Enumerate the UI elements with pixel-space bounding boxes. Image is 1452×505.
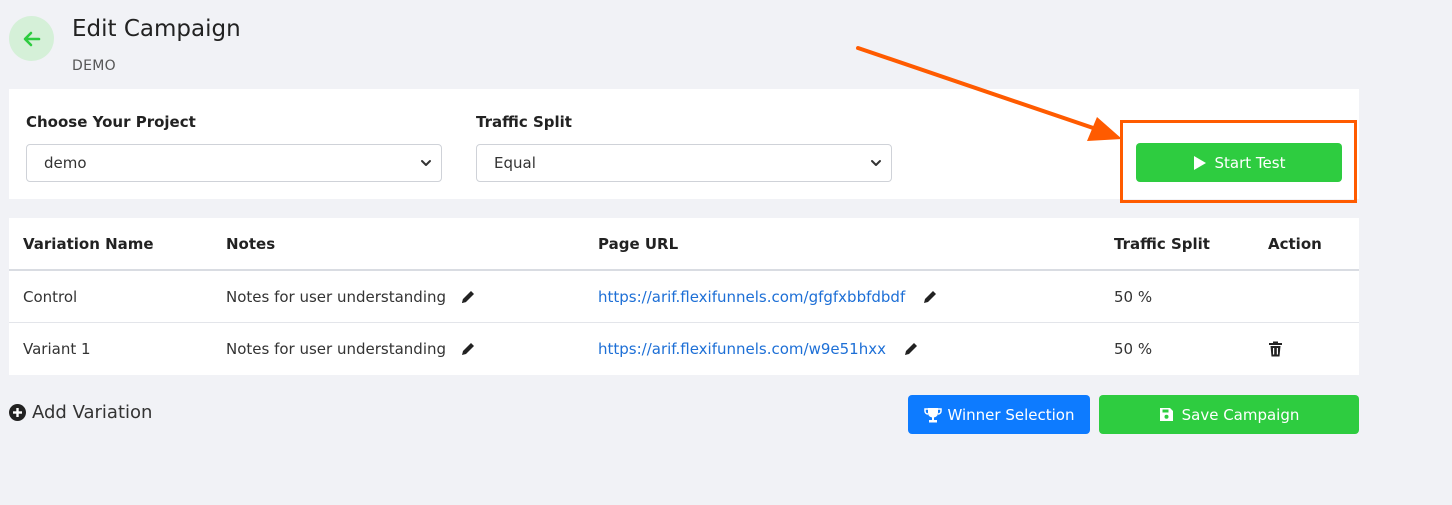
pencil-icon[interactable] — [903, 341, 919, 357]
chevron-down-icon — [421, 160, 431, 166]
variation-url: https://arif.flexifunnels.com/w9e51hxx — [598, 323, 919, 375]
traffic-split-value: 50 % — [1114, 340, 1153, 358]
winner-selection-label: Winner Selection — [947, 405, 1075, 424]
plus-circle-icon — [9, 404, 26, 421]
chevron-down-icon — [871, 160, 881, 166]
variation-notes: Notes for user understanding — [226, 271, 476, 322]
pencil-icon[interactable] — [460, 289, 476, 305]
back-button[interactable] — [9, 16, 54, 61]
traffic-split-select-value: Equal — [494, 154, 536, 172]
traffic-split-label: Traffic Split — [476, 113, 572, 131]
table-row: Control Notes for user understanding htt… — [9, 271, 1359, 323]
project-label: Choose Your Project — [26, 113, 196, 131]
notes-text: Notes for user understanding — [226, 340, 447, 358]
add-variation-label: Add Variation — [32, 402, 153, 423]
col-action: Action — [1268, 234, 1322, 253]
page-url-link[interactable]: https://arif.flexifunnels.com/w9e51hxx — [598, 340, 886, 358]
col-notes: Notes — [226, 234, 276, 253]
add-variation-button[interactable]: Add Variation — [9, 402, 152, 423]
save-campaign-label: Save Campaign — [1181, 405, 1300, 424]
col-page-url: Page URL — [598, 234, 679, 253]
col-variation-name: Variation Name — [23, 234, 154, 253]
col-traffic-split: Traffic Split — [1114, 234, 1210, 253]
project-select-value: demo — [44, 154, 87, 172]
variation-name: Variant 1 — [23, 340, 91, 358]
variation-name: Control — [23, 287, 78, 306]
page-subtitle: DEMO — [72, 58, 116, 74]
pencil-icon[interactable] — [460, 341, 476, 357]
notes-text: Notes for user understanding — [226, 287, 447, 306]
variation-url: https://arif.flexifunnels.com/gfgfxbbfdb… — [598, 271, 938, 322]
arrow-left-icon — [23, 31, 40, 46]
trophy-icon — [923, 407, 942, 422]
trash-icon[interactable] — [1268, 341, 1283, 357]
annotation-highlight-box — [1120, 120, 1357, 203]
project-select[interactable]: demo — [26, 144, 442, 182]
page-title: Edit Campaign — [72, 16, 241, 42]
traffic-split-value: 50 % — [1114, 287, 1153, 306]
variations-table: Variation Name Notes Page URL Traffic Sp… — [9, 218, 1359, 375]
variation-notes: Notes for user understanding — [226, 323, 476, 375]
pencil-icon[interactable] — [922, 289, 938, 305]
save-campaign-button[interactable]: Save Campaign — [1099, 395, 1359, 434]
winner-selection-button[interactable]: Winner Selection — [908, 395, 1090, 434]
traffic-split-select[interactable]: Equal — [476, 144, 892, 182]
page-url-link[interactable]: https://arif.flexifunnels.com/gfgfxbbfdb… — [598, 288, 905, 306]
action-cell — [1268, 323, 1283, 375]
floppy-disk-icon — [1159, 408, 1173, 421]
table-header-row: Variation Name Notes Page URL Traffic Sp… — [9, 218, 1359, 271]
table-row: Variant 1 Notes for user understanding h… — [9, 323, 1359, 375]
